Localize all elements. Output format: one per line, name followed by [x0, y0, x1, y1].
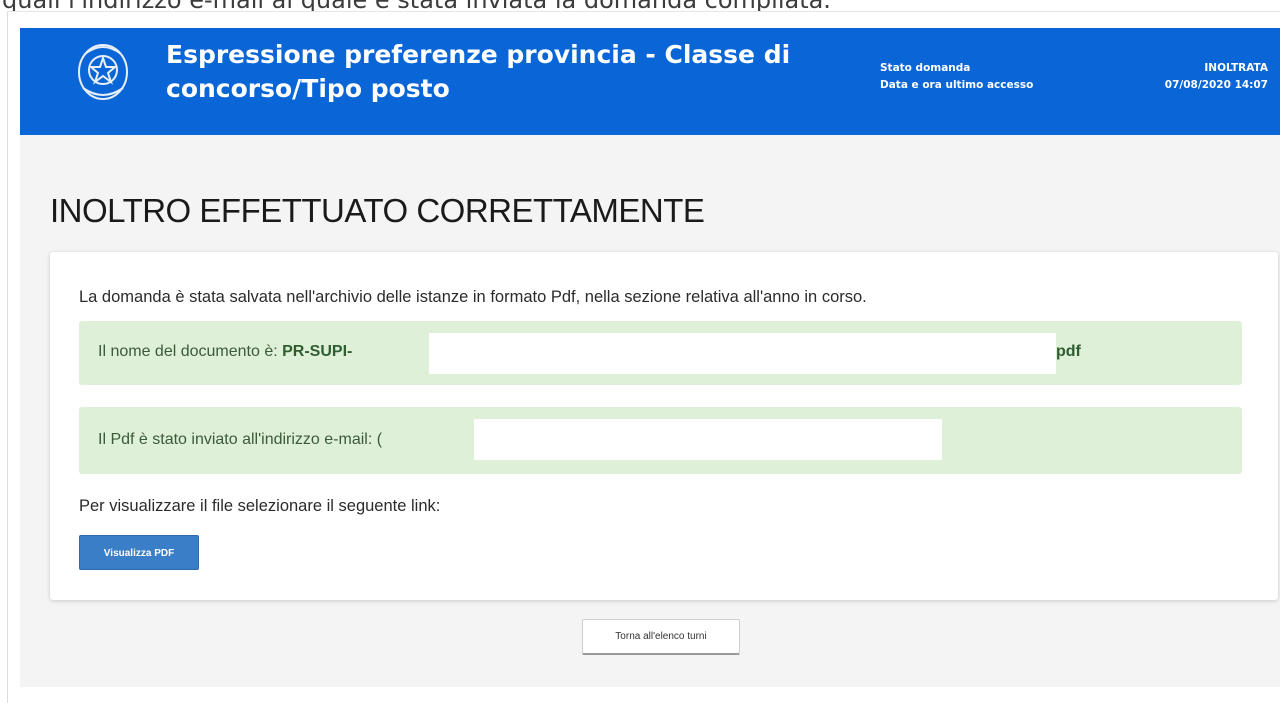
document-name-label: Il nome del documento è:: [98, 343, 283, 360]
confirmation-card: La domanda è stata salvata nell'archivio…: [50, 252, 1278, 600]
email-label: Il Pdf è stato inviato all'indirizzo e-m…: [98, 431, 377, 448]
app-header: Espressione preferenze provincia - Class…: [20, 28, 1280, 135]
email-visible-start: (: [376, 431, 383, 448]
view-pdf-button[interactable]: Visualizza PDF: [79, 535, 199, 570]
document-name-alert: Il nome del documento è: PR-SUPI- pdf: [79, 321, 1242, 385]
redacted-email: [474, 419, 942, 460]
intro-text: La domanda è stata salvata nell'archivio…: [79, 288, 867, 306]
status-label: Stato domanda: [880, 62, 971, 74]
email-text: Il Pdf è stato inviato all'indirizzo e-m…: [98, 431, 382, 449]
back-to-list-button[interactable]: Torna all'elenco turni: [582, 619, 740, 655]
status-labels: Stato domanda Data e ora ultimo accesso: [880, 60, 1033, 94]
main-content: INOLTRO EFFETTUATO CORRETTAMENTE La doma…: [20, 135, 1280, 687]
status-values: INOLTRATA 07/08/2020 14:07: [1165, 60, 1268, 94]
status-value: INOLTRATA: [1204, 62, 1268, 74]
last-access-value: 07/08/2020 14:07: [1164, 79, 1268, 91]
italian-republic-emblem-icon: [75, 38, 131, 104]
page-header-title: Espressione preferenze provincia - Class…: [166, 40, 791, 103]
email-alert: Il Pdf è stato inviato all'indirizzo e-m…: [79, 407, 1242, 474]
last-access-label: Data e ora ultimo accesso: [880, 79, 1034, 91]
document-name-suffix: pdf: [1056, 343, 1081, 360]
document-name-text: Il nome del documento è: PR-SUPI-: [98, 343, 352, 361]
page-title: INOLTRO EFFETTUATO CORRETTAMENTE: [50, 192, 705, 229]
link-hint-text: Per visualizzare il file selezionare il …: [79, 497, 441, 515]
document-name-prefix: PR-SUPI-: [282, 343, 353, 360]
redacted-document-name: [429, 333, 1056, 374]
